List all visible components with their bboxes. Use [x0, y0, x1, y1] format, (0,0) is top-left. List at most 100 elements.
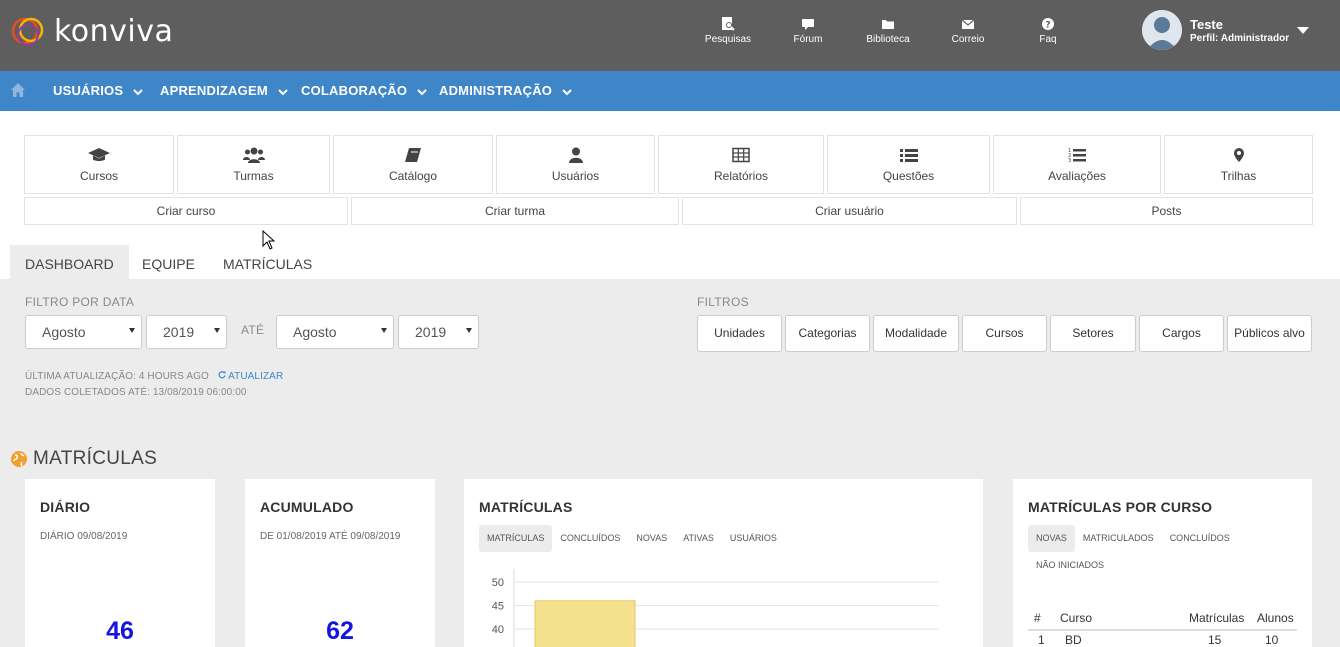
section-title: MATRÍCULAS	[33, 448, 158, 469]
chart-tab-matriculas[interactable]: MATRÍCULAS	[479, 525, 553, 552]
shortcut-questoes[interactable]: Questões	[827, 135, 990, 194]
from-month-select[interactable]: Agosto	[25, 315, 142, 349]
card-subtitle: DIÁRIO 09/08/2019	[40, 531, 128, 542]
refresh-icon	[218, 371, 226, 379]
shortcut-label: Catálogo	[388, 169, 438, 183]
y-tick-label: 45	[492, 601, 504, 613]
nav-pesquisas[interactable]: Pesquisas	[693, 17, 763, 45]
konviva-logo-icon	[11, 17, 44, 46]
select-value: Agosto	[293, 324, 337, 340]
filter-categorias-button[interactable]: Categorias	[785, 315, 870, 352]
cell-index: 1	[1038, 633, 1045, 647]
card-title: DIÁRIO	[40, 499, 91, 515]
user-role: Perfil: Administrador	[1190, 32, 1290, 44]
tab-matriculas[interactable]: MATRÍCULAS	[208, 245, 327, 279]
svg-text:?: ?	[1045, 21, 1050, 31]
enrollments-chart-card: MATRÍCULAS MATRÍCULAS CONCLUÍDOS NOVAS A…	[464, 479, 983, 647]
select-value: 2019	[415, 324, 447, 340]
from-year-select[interactable]: 2019	[146, 315, 227, 349]
chart-tab-novas[interactable]: NOVAS	[628, 525, 675, 552]
logo[interactable]: konviva	[10, 13, 173, 49]
menu-colaboracao[interactable]: COLABORAÇÃO	[301, 83, 427, 98]
menu-label: USUÁRIOS	[53, 83, 124, 98]
tab-equipe[interactable]: EQUIPE	[127, 245, 210, 279]
enrollments-chart: 50 45 40	[492, 569, 939, 647]
home-icon[interactable]	[10, 82, 26, 98]
logo-text: konviva	[54, 13, 174, 49]
course-tab-concluidos[interactable]: CONCLUÍDOS	[1162, 525, 1238, 552]
table-row[interactable]: 1 BD 15 10	[1028, 631, 1297, 647]
caret-down-icon[interactable]	[1297, 27, 1309, 34]
nav-forum[interactable]: Fórum	[773, 17, 843, 45]
list-icon	[899, 149, 918, 162]
last-update-text: ÚLTIMA ATUALIZAÇÃO: 4 HOURS AGO ATUALIZA…	[25, 371, 283, 382]
chart-tab-usuarios[interactable]: USUÁRIOS	[722, 525, 785, 552]
course-tab-matriculados[interactable]: MATRICULADOS	[1075, 525, 1162, 552]
until-label: ATÉ	[241, 323, 265, 337]
collected-until-text: DADOS COLETADOS ATÉ: 13/08/2019 06:00:00	[25, 387, 247, 398]
filter-cargos-button[interactable]: Cargos	[1139, 315, 1224, 352]
chevron-down-icon	[562, 88, 572, 95]
menu-aprendizagem[interactable]: APRENDIZAGEM	[160, 83, 288, 98]
refresh-link[interactable]: ATUALIZAR	[218, 371, 284, 382]
chat-icon	[802, 19, 814, 30]
nav-biblioteca[interactable]: Biblioteca	[853, 17, 923, 45]
chevron-down-icon	[277, 88, 288, 95]
nav-label: Pesquisas	[704, 34, 752, 45]
nav-faq[interactable]: ? Faq	[1013, 17, 1083, 45]
column-header[interactable]: Curso	[1060, 611, 1092, 625]
column-header[interactable]: Matrículas	[1189, 611, 1244, 625]
chart-tab-concluidos[interactable]: CONCLUÍDOS	[552, 525, 628, 552]
create-class-button[interactable]: Criar turma	[351, 197, 679, 225]
shortcut-usuarios[interactable]: Usuários	[496, 135, 655, 194]
shortcut-avaliacoes[interactable]: 123 Avaliações	[993, 135, 1161, 194]
chart-bar[interactable]	[534, 600, 636, 647]
filter-cursos-button[interactable]: Cursos	[962, 315, 1047, 352]
shortcut-trilhas[interactable]: Trilhas	[1164, 135, 1313, 194]
search-doc-icon	[722, 17, 735, 31]
section-matriculas: MATRÍCULAS	[10, 448, 157, 470]
cumulative-value: 62	[326, 617, 354, 645]
filter-unidades-button[interactable]: Unidades	[697, 315, 782, 352]
caret-down-icon	[466, 328, 472, 333]
select-value: 2019	[163, 324, 195, 340]
course-tab-novas[interactable]: NOVAS	[1028, 525, 1075, 552]
y-tick-label: 40	[492, 624, 504, 636]
tab-dashboard[interactable]: DASHBOARD	[10, 245, 129, 279]
enrollments-by-course-card: MATRÍCULAS POR CURSO NOVAS MATRICULADOS …	[1013, 479, 1312, 647]
user-icon	[568, 147, 583, 163]
card-title: MATRÍCULAS POR CURSO	[1028, 499, 1213, 515]
caret-down-icon	[214, 328, 220, 333]
graduation-cap-icon	[88, 148, 110, 161]
card-subtitle: DE 01/08/2019 ATÉ 09/08/2019	[260, 531, 401, 542]
nav-label: Biblioteca	[866, 34, 910, 45]
top-bar: konviva Pesquisas Fórum Biblioteca Corre…	[0, 0, 1340, 71]
card-title: ACUMULADO	[260, 499, 354, 515]
shortcut-label: Relatórios	[713, 169, 769, 183]
menu-administracao[interactable]: ADMINISTRAÇÃO	[439, 83, 572, 98]
nav-correio[interactable]: Correio	[933, 17, 1003, 45]
globe-icon	[11, 451, 27, 467]
menu-usuarios[interactable]: USUÁRIOS	[53, 83, 143, 98]
course-tab-nao-iniciados[interactable]: NÃO INICIADOS	[1028, 552, 1112, 579]
create-course-button[interactable]: Criar curso	[24, 197, 348, 225]
filter-setores-button[interactable]: Setores	[1050, 315, 1136, 352]
posts-button[interactable]: Posts	[1020, 197, 1313, 225]
shortcut-label: Trilhas	[1220, 169, 1257, 183]
folder-icon	[882, 20, 894, 29]
to-year-select[interactable]: 2019	[398, 315, 479, 349]
chart-tab-ativas[interactable]: ATIVAS	[675, 525, 722, 552]
user-menu[interactable]: Teste Perfil: Administrador	[1142, 10, 1289, 50]
shortcut-relatorios[interactable]: Relatórios	[658, 135, 824, 194]
mail-icon	[961, 19, 975, 29]
filter-modalidade-button[interactable]: Modalidade	[873, 315, 959, 352]
caret-down-icon	[129, 328, 135, 333]
column-header[interactable]: #	[1034, 611, 1041, 625]
filter-publicos-button[interactable]: Públicos alvo	[1227, 315, 1312, 352]
column-header[interactable]: Alunos	[1257, 611, 1294, 625]
to-month-select[interactable]: Agosto	[276, 315, 394, 349]
create-user-button[interactable]: Criar usuário	[682, 197, 1017, 225]
shortcut-catalogo[interactable]: Catálogo	[333, 135, 493, 194]
shortcut-cursos[interactable]: Cursos	[24, 135, 174, 194]
shortcut-turmas[interactable]: Turmas	[177, 135, 330, 194]
